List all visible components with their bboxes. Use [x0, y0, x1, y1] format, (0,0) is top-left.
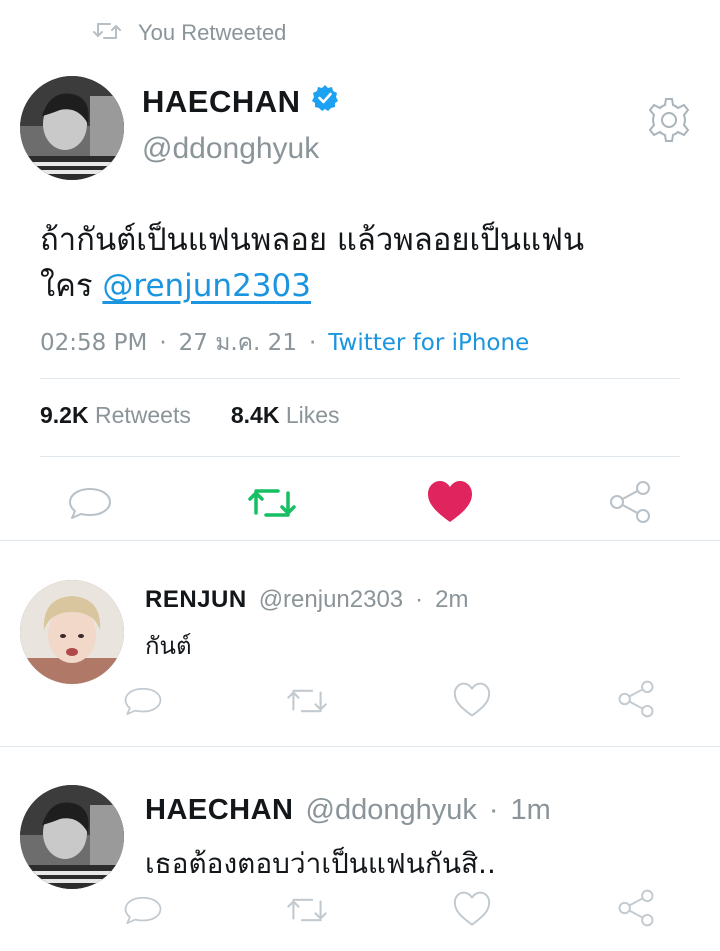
like-button[interactable]	[424, 480, 476, 528]
share-button[interactable]	[614, 680, 658, 722]
divider	[40, 378, 680, 379]
meta-separator: ·	[159, 330, 167, 356]
likes-count: 8.4K	[230, 402, 280, 428]
reply-button[interactable]	[62, 482, 118, 528]
reply-separator: ·	[415, 586, 424, 613]
tweet-time: 02:58 PM	[40, 330, 148, 356]
retweets-label: Retweets	[94, 402, 191, 428]
share-icon	[616, 888, 656, 933]
reply-button[interactable]	[120, 684, 166, 722]
retweet-icon	[283, 684, 331, 723]
reply-time: 2m	[435, 586, 469, 613]
retweets-stat[interactable]: 9.2K Retweets	[40, 402, 191, 429]
reply-text: กันต์	[145, 632, 192, 660]
avatar[interactable]	[20, 76, 124, 180]
heart-icon	[452, 682, 492, 723]
reply-icon	[122, 685, 164, 722]
meta-separator: ·	[308, 330, 317, 356]
retweet-icon	[92, 20, 122, 47]
retweet-context-label: You Retweeted	[138, 20, 287, 45]
heart-icon	[452, 891, 492, 932]
share-icon	[607, 479, 653, 530]
retweet-button[interactable]	[282, 684, 332, 722]
like-button[interactable]	[450, 682, 494, 722]
divider	[0, 746, 720, 747]
likes-stat[interactable]: 8.4K Likes	[231, 402, 340, 429]
tweet-source-link[interactable]: Twitter for iPhone	[328, 330, 529, 356]
retweet-button[interactable]	[282, 893, 332, 931]
reply-header: HAECHAN @ddonghyuk · 1m	[145, 794, 551, 827]
author-name[interactable]: HAECHAN	[142, 84, 301, 120]
tweet-text-line-1: ถ้ากันต์เป็นแฟนพลอย แล้วพลอยเป็นแฟน	[40, 222, 585, 258]
author-name-row[interactable]: HAECHAN	[142, 84, 339, 120]
mention-link[interactable]: @renjun2303	[102, 268, 311, 304]
share-button[interactable]	[614, 889, 658, 931]
retweet-button[interactable]	[240, 482, 304, 528]
tweet-stats: 9.2K Retweets 8.4K Likes	[40, 402, 340, 429]
reply-button[interactable]	[120, 893, 166, 931]
reply-avatar[interactable]	[20, 580, 124, 684]
reply-author-name[interactable]: RENJUN	[145, 586, 247, 614]
reply-time: 1m	[510, 794, 551, 826]
divider	[40, 456, 680, 457]
retweet-icon	[283, 893, 331, 932]
reply-icon	[122, 894, 164, 931]
reply-author-name[interactable]: HAECHAN	[145, 794, 294, 827]
tweet-text-line-2: ใคร @renjun2303	[40, 263, 690, 309]
tweet-text: ถ้ากันต์เป็นแฟนพลอย แล้วพลอยเป็นแฟน ใคร …	[40, 217, 690, 309]
divider	[0, 540, 720, 541]
author-handle[interactable]: @ddonghyuk	[142, 132, 319, 166]
retweet-icon	[244, 483, 300, 528]
verified-badge-icon	[311, 84, 339, 120]
like-button[interactable]	[450, 891, 494, 931]
reply-text: เธอต้องตอบว่าเป็นแฟนกันสิ..	[145, 847, 496, 880]
reply-avatar[interactable]	[20, 785, 124, 889]
reply-header: RENJUN @renjun2303 · 2m	[145, 586, 469, 614]
reply-icon	[66, 485, 114, 526]
share-icon	[616, 679, 656, 724]
tweet-meta: 02:58 PM · 27 ม.ค. 21 · Twitter for iPho…	[40, 325, 529, 361]
heart-filled-icon	[426, 480, 474, 529]
reply-separator: ·	[488, 794, 499, 826]
tweet-text-line-2-prefix: ใคร	[40, 268, 103, 304]
retweet-context: You Retweeted	[92, 18, 286, 48]
gear-icon[interactable]	[644, 95, 694, 150]
share-button[interactable]	[604, 480, 656, 528]
reply-author-handle[interactable]: @ddonghyuk	[306, 794, 477, 827]
tweet-date: 27 ม.ค. 21	[178, 330, 297, 356]
retweets-count: 9.2K	[40, 402, 89, 428]
likes-label: Likes	[285, 402, 340, 428]
reply-author-handle[interactable]: @renjun2303	[259, 586, 403, 614]
